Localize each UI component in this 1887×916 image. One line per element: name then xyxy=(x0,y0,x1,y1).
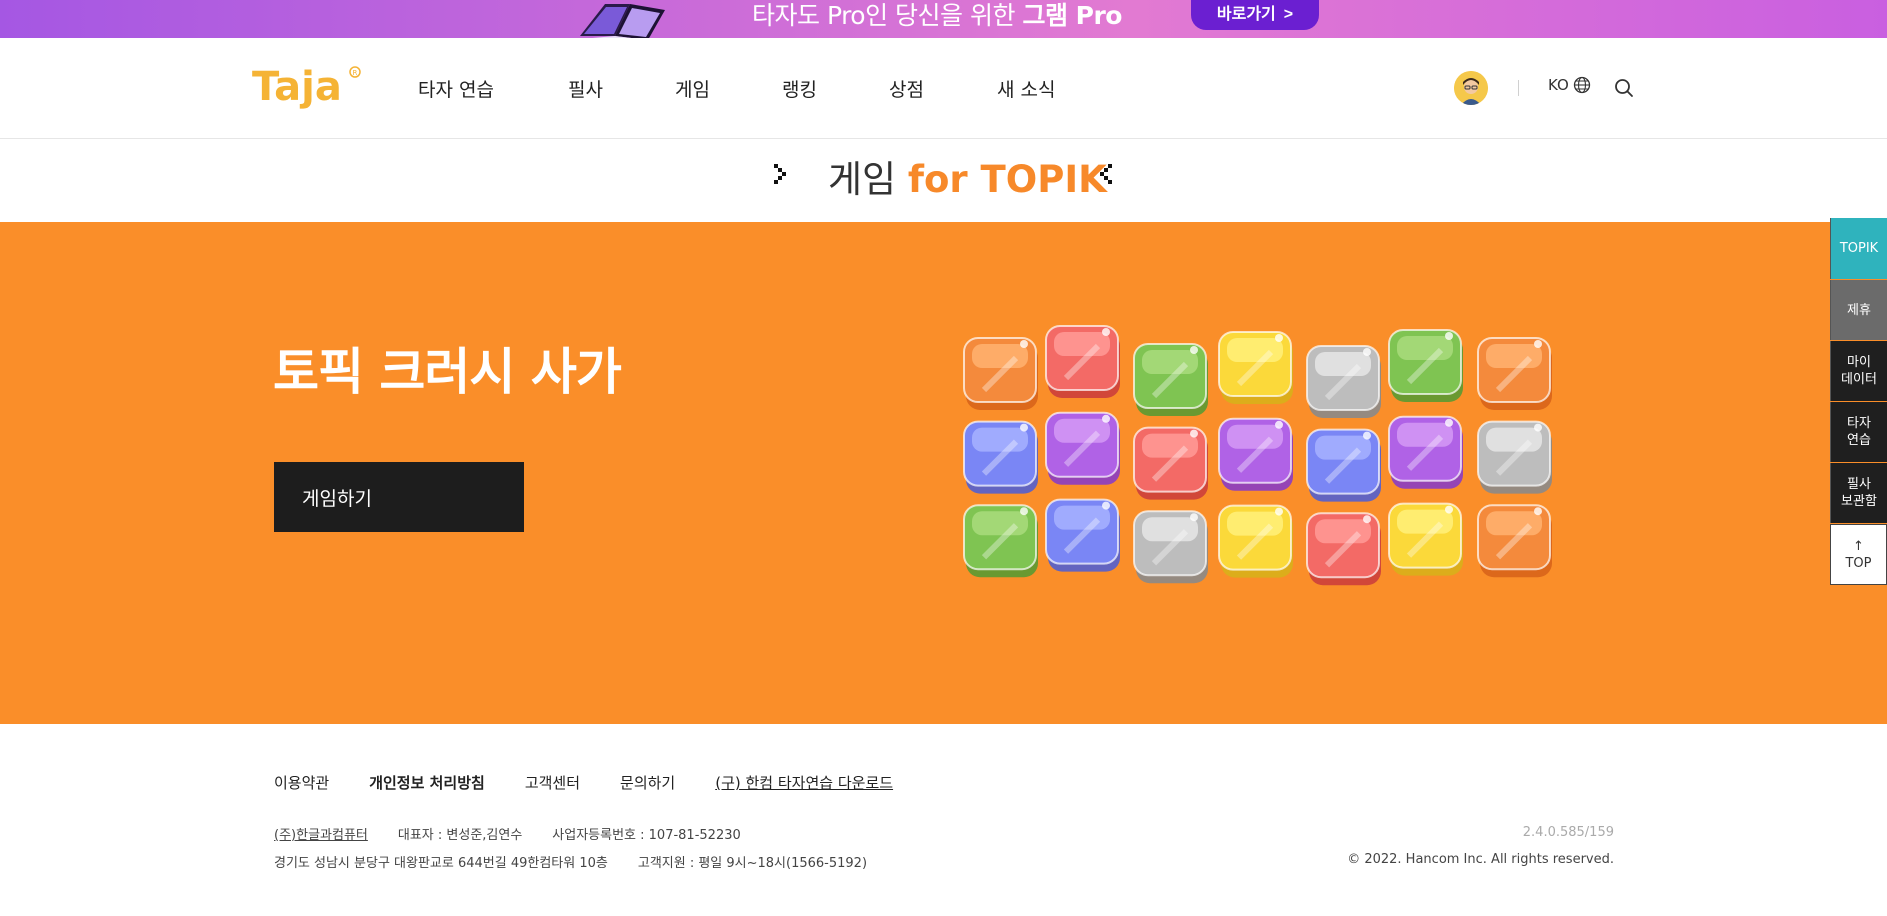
page-title-strip: 게임 for TOPIK xyxy=(0,140,1887,222)
candy-block-blue xyxy=(963,420,1038,494)
scroll-top-button[interactable]: ↑ TOP xyxy=(1830,524,1887,585)
candy-block-purple xyxy=(1218,417,1293,491)
promo-go-label: 바로가기 xyxy=(1216,6,1276,23)
side-item-label: TOPIK xyxy=(1839,241,1879,256)
candy-block-green xyxy=(963,504,1038,578)
nav-typing-practice[interactable]: 타자 연습 xyxy=(418,75,568,102)
page-title: 게임 for TOPIK xyxy=(828,150,1107,210)
candy-blocks-illustration xyxy=(963,325,1552,586)
site-header: Taja R 타자 연습 필사 게임 랭킹 상점 새 소식 KO xyxy=(0,38,1887,139)
candy-block-yellow xyxy=(1218,331,1293,404)
ceo-info: 대표자 : 변성준,김연수 xyxy=(397,828,523,843)
side-item-label: 연습 xyxy=(1847,433,1871,448)
version-label: 2.4.0.585/159 xyxy=(1522,825,1614,840)
arrow-up-icon: ↑ xyxy=(1853,538,1864,554)
side-item-my-data[interactable]: 마이 데이터 xyxy=(1830,341,1887,401)
candy-block-green xyxy=(1133,343,1208,416)
side-item-typing-practice[interactable]: 타자 연습 xyxy=(1830,402,1887,462)
candy-block-orange xyxy=(1477,337,1552,410)
svg-text:R: R xyxy=(353,69,358,77)
avatar[interactable] xyxy=(1454,71,1488,105)
address-info: 경기도 성남시 분당구 대왕판교로 644번길 49한컴타워 10층 고객지원 … xyxy=(274,852,897,871)
candy-block-blue xyxy=(1306,428,1381,502)
footer-link-inquiry[interactable]: 문의하기 xyxy=(620,772,675,793)
play-game-button[interactable]: 게임하기 xyxy=(274,462,524,532)
candy-block-blue xyxy=(1045,498,1120,572)
footer-link-legacy-download[interactable]: (구) 한컴 타자연습 다운로드 xyxy=(715,772,893,793)
side-item-label: 타자 xyxy=(1847,416,1871,431)
game-title: 토픽 크러시 사가 xyxy=(273,343,622,401)
candy-block-purple xyxy=(1045,411,1120,485)
language-selector[interactable]: KO xyxy=(1548,76,1591,94)
language-code: KO xyxy=(1548,76,1569,94)
nav-shop[interactable]: 상점 xyxy=(889,75,997,102)
candy-block-green xyxy=(1388,329,1463,402)
company-name-link[interactable]: (주)한글과컴퓨터 xyxy=(274,824,368,843)
candy-block-orange xyxy=(1477,504,1552,578)
page-title-main: 게임 xyxy=(828,158,897,201)
promo-go-button[interactable]: 바로가기 > xyxy=(1191,0,1319,30)
side-item-transcription-storage[interactable]: 필사 보관함 xyxy=(1830,463,1887,523)
footer-links: 이용약관 개인정보 처리방침 고객센터 문의하기 (구) 한컴 타자연습 다운로… xyxy=(274,772,933,793)
side-item-label: 보관함 xyxy=(1841,494,1877,509)
user-avatar-icon xyxy=(1454,71,1488,105)
nav-ranking[interactable]: 랭킹 xyxy=(782,75,889,102)
candy-block-red xyxy=(1133,426,1208,500)
globe-icon xyxy=(1573,76,1590,94)
nav-news[interactable]: 새 소식 xyxy=(997,75,1077,102)
taja-logo[interactable]: Taja R xyxy=(252,62,364,112)
header-divider xyxy=(1518,80,1519,96)
candy-block-gray xyxy=(1477,420,1552,494)
side-item-topik[interactable]: TOPIK xyxy=(1830,218,1887,279)
side-quick-menu: TOPIK 제휴 마이 데이터 타자 연습 필사 보관함 ↑ TOP xyxy=(1830,218,1887,585)
nav-game[interactable]: 게임 xyxy=(675,75,782,102)
page-title-accent: for TOPIK xyxy=(907,158,1107,201)
candy-block-yellow xyxy=(1388,502,1463,576)
footer-link-support[interactable]: 고객센터 xyxy=(525,772,580,793)
footer-link-terms[interactable]: 이용약관 xyxy=(274,772,329,793)
promo-text: 타자도 Pro인 당신을 위한 그램 Pro xyxy=(752,1,1122,30)
side-item-label: TOP xyxy=(1845,555,1872,571)
candy-block-red xyxy=(1045,325,1120,398)
candy-block-purple xyxy=(1388,415,1463,489)
side-item-label: 마이 xyxy=(1847,355,1871,370)
chevron-right-icon xyxy=(774,164,786,184)
side-item-partner[interactable]: 제휴 xyxy=(1830,280,1887,340)
candy-block-yellow xyxy=(1218,504,1293,578)
side-item-label: 데이터 xyxy=(1841,372,1877,387)
side-item-label: 제휴 xyxy=(1847,302,1871,318)
laptop-illustration-icon xyxy=(580,4,665,38)
support-hours: 고객지원 : 평일 9시~18시(1566-5192) xyxy=(637,856,868,871)
company-info: (주)한글과컴퓨터 대표자 : 변성준,김연수 사업자등록번호 : 107-81… xyxy=(274,824,771,843)
business-number: 사업자등록번호 : 107-81-52230 xyxy=(552,828,741,843)
footer-link-privacy[interactable]: 개인정보 처리방침 xyxy=(369,772,485,793)
chevron-left-icon xyxy=(1100,164,1112,184)
side-item-label: 필사 xyxy=(1847,477,1871,492)
search-icon[interactable] xyxy=(1614,78,1634,98)
logo-text: Taja xyxy=(252,64,342,110)
site-footer: 이용약관 개인정보 처리방침 고객센터 문의하기 (구) 한컴 타자연습 다운로… xyxy=(0,724,1887,916)
copyright-text: © 2022. Hancom Inc. All rights reserved. xyxy=(1347,852,1614,867)
promo-banner[interactable]: 타자도 Pro인 당신을 위한 그램 Pro 바로가기 > xyxy=(0,0,1887,38)
candy-block-gray xyxy=(1133,510,1208,584)
game-hero: 토픽 크러시 사가 게임하기 xyxy=(0,222,1887,724)
chevron-right-icon: > xyxy=(1283,6,1294,23)
candy-block-red xyxy=(1306,512,1381,586)
company-address: 경기도 성남시 분당구 대왕판교로 644번길 49한컴타워 10층 xyxy=(274,856,608,871)
candy-block-orange xyxy=(963,337,1038,410)
main-nav: 타자 연습 필사 게임 랭킹 상점 새 소식 xyxy=(418,38,1077,138)
nav-transcription[interactable]: 필사 xyxy=(568,75,675,102)
candy-block-gray xyxy=(1306,345,1381,418)
